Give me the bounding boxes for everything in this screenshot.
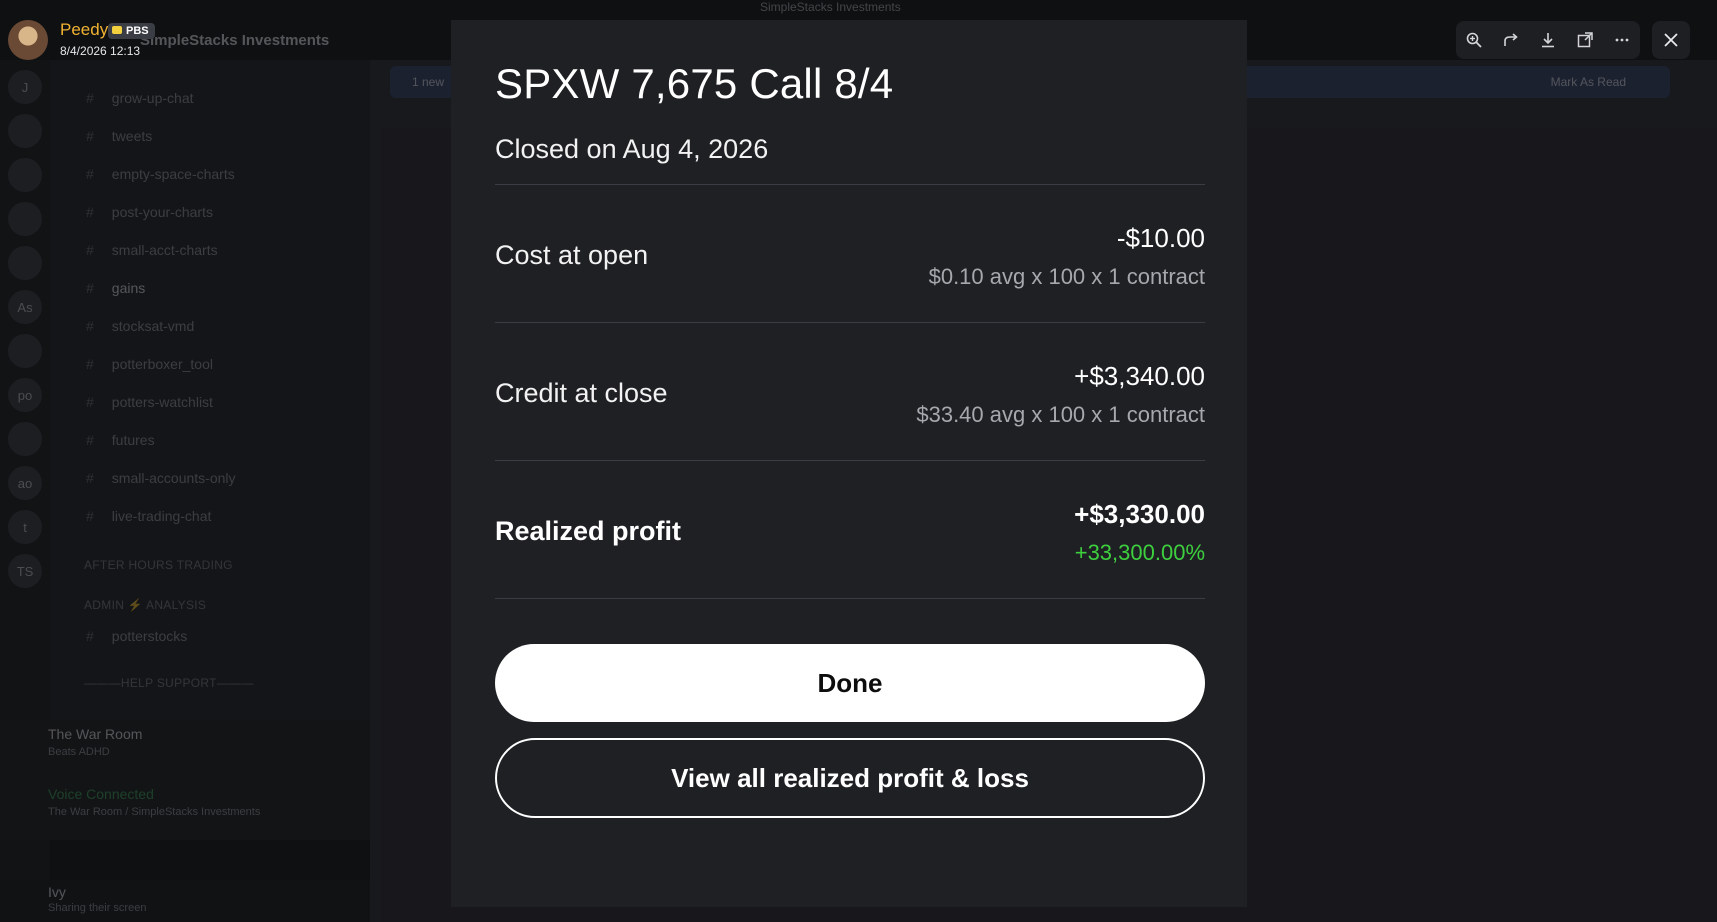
realized-profit-percent: +33,300.00% — [1074, 540, 1205, 565]
channel-sidebar: # grow-up-chat # tweets # empty-space-chart… — [50, 60, 370, 822]
voice-status-sub[interactable]: The War Room / SimpleStacks Investments — [48, 806, 260, 818]
hash-icon: # — [86, 90, 94, 106]
badge-icon — [112, 26, 122, 34]
hash-icon: # — [86, 204, 94, 220]
channel-item[interactable]: # futures — [86, 432, 155, 448]
divider — [495, 184, 1205, 185]
cost-at-open-detail: $0.10 avg x 100 x 1 contract — [928, 264, 1205, 289]
uploader-name[interactable]: Peedy — [60, 20, 108, 40]
zoom-in-icon[interactable] — [1460, 26, 1488, 54]
credit-at-close-label: Credit at close — [495, 378, 668, 408]
close-icon[interactable] — [1652, 21, 1690, 59]
server-name[interactable]: SimpleStacks Investments — [140, 32, 329, 49]
server-icon[interactable]: TS — [8, 554, 42, 588]
download-icon[interactable] — [1534, 26, 1562, 54]
hash-icon: # — [86, 432, 94, 448]
server-icon[interactable]: ao — [8, 466, 42, 500]
voice-status: Voice Connected — [48, 786, 154, 802]
hash-icon: # — [86, 470, 94, 486]
hash-icon: # — [86, 166, 94, 182]
more-icon[interactable] — [1608, 26, 1636, 54]
done-button[interactable]: Done — [495, 644, 1205, 722]
voice-panel: The War Room Beats ADHD Voice Connected … — [0, 720, 370, 840]
server-icon[interactable] — [8, 246, 42, 280]
forward-icon[interactable] — [1497, 26, 1525, 54]
credit-at-close-value: +$3,340.00 — [1074, 361, 1205, 391]
divider — [495, 322, 1205, 323]
voice-room-name[interactable]: The War Room — [48, 726, 142, 742]
voice-room-sub: Beats ADHD — [48, 746, 110, 758]
current-user-name[interactable]: Ivy — [48, 884, 66, 900]
server-icon[interactable] — [8, 202, 42, 236]
channel-item[interactable]: # grow-up-chat — [86, 90, 194, 106]
cost-at-open-label: Cost at open — [495, 240, 649, 270]
current-user-status: Sharing their screen — [48, 902, 147, 914]
server-icon[interactable] — [8, 114, 42, 148]
mark-as-read-button[interactable]: Mark As Read — [1551, 75, 1626, 89]
server-icon[interactable] — [8, 158, 42, 192]
server-icon[interactable] — [8, 422, 42, 456]
hash-icon: # — [86, 280, 94, 296]
server-icon[interactable]: As — [8, 290, 42, 324]
channel-item[interactable]: # empty-space-charts — [86, 166, 235, 182]
new-messages-label: 1 new — [412, 75, 445, 89]
divider — [495, 460, 1205, 461]
category-header[interactable]: ———HELP SUPPORT——— — [84, 676, 254, 690]
channel-item-active[interactable]: # gains — [86, 280, 145, 296]
realized-profit-label: Realized profit — [495, 516, 682, 546]
server-icon[interactable]: po — [8, 378, 42, 412]
uploader-avatar[interactable] — [8, 20, 48, 60]
user-panel: Ivy Sharing their screen — [0, 880, 370, 922]
trade-detail-card: SPXW 7,675 Call 8/4 Closed on Aug 4, 202… — [451, 20, 1247, 907]
hash-icon: # — [86, 128, 94, 144]
channel-item[interactable]: # potterstocks — [86, 628, 187, 644]
channel-item[interactable]: # potters-watchlist — [86, 394, 213, 410]
channel-item[interactable]: # potterboxer_tool — [86, 356, 213, 372]
credit-at-close-detail: $33.40 avg x 100 x 1 contract — [916, 402, 1205, 427]
contract-title: SPXW 7,675 Call 8/4 — [495, 60, 894, 107]
server-icon[interactable]: J — [8, 70, 42, 104]
channel-item[interactable]: # tweets — [86, 128, 152, 144]
hash-icon: # — [86, 394, 94, 410]
divider — [495, 598, 1205, 599]
hash-icon: # — [86, 356, 94, 372]
channel-item[interactable]: # small-acct-charts — [86, 242, 218, 258]
view-all-pnl-button[interactable]: View all realized profit & loss — [495, 738, 1205, 818]
role-badge: PBS — [108, 23, 155, 39]
category-header[interactable]: ADMIN ⚡ ANALYSIS — [84, 598, 206, 612]
channel-item[interactable]: # stocksat-vmd — [86, 318, 194, 334]
upload-timestamp: 8/4/2026 12:13 — [60, 44, 141, 58]
cost-at-open-value: -$10.00 — [1116, 223, 1205, 253]
hash-icon: # — [86, 318, 94, 334]
server-icon[interactable] — [8, 334, 42, 368]
category-header[interactable]: AFTER HOURS TRADING — [84, 558, 233, 572]
channel-item[interactable]: # live-trading-chat — [86, 508, 211, 524]
channel-item[interactable]: # post-your-charts — [86, 204, 213, 220]
window-title: SimpleStacks Investments — [760, 0, 901, 14]
realized-profit-value: +$3,330.00 — [1074, 499, 1205, 529]
open-external-icon[interactable] — [1571, 26, 1599, 54]
channel-item[interactable]: # small-accounts-only — [86, 470, 236, 486]
server-icon[interactable]: t — [8, 510, 42, 544]
hash-icon: # — [86, 628, 94, 644]
hash-icon: # — [86, 508, 94, 524]
hash-icon: # — [86, 242, 94, 258]
closed-date: Closed on Aug 4, 2026 — [495, 134, 769, 164]
viewer-toolbar — [1456, 21, 1640, 59]
